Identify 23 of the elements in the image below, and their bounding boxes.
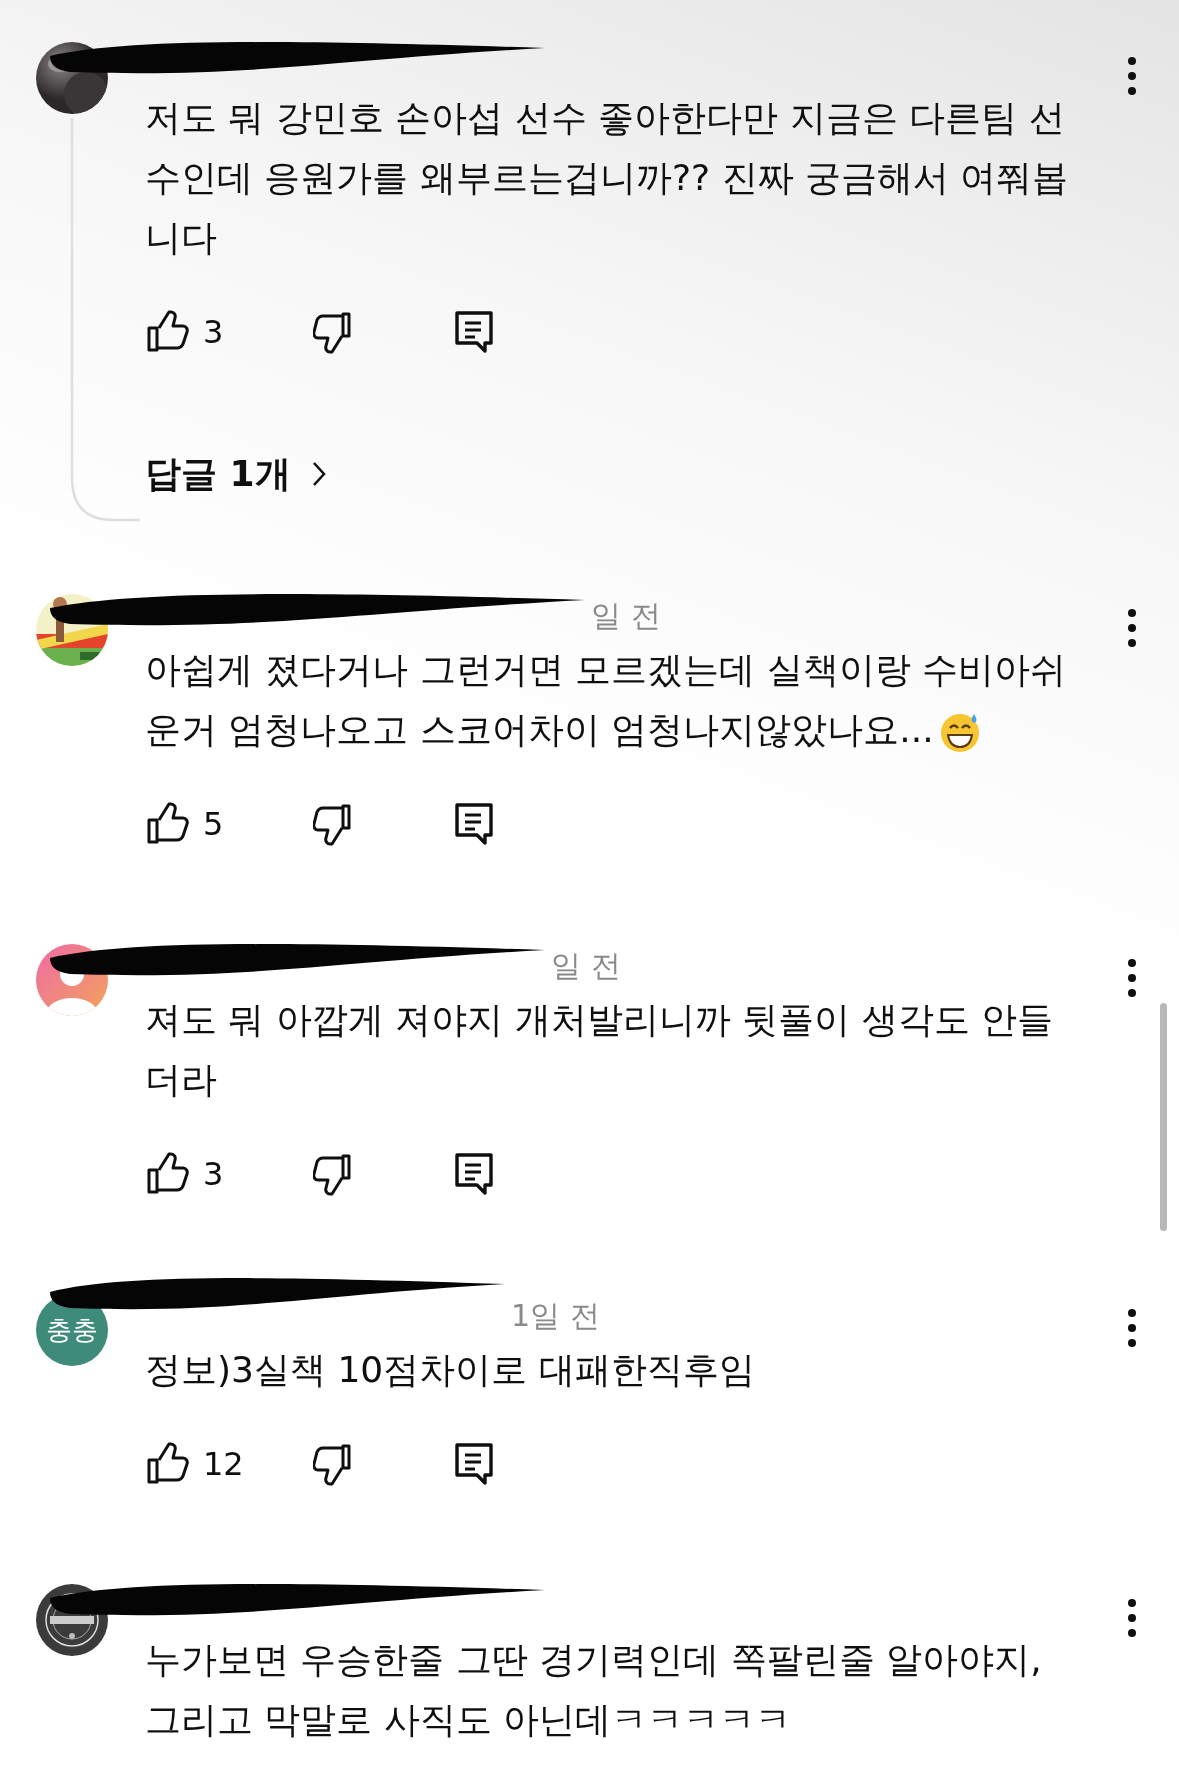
more-options-icon[interactable] — [1127, 958, 1137, 998]
like-count: 12 — [203, 1445, 245, 1483]
like-count: 5 — [203, 805, 225, 843]
like-count: 3 — [203, 313, 225, 351]
comment-time: 일 전 — [551, 947, 621, 985]
more-options-icon[interactable] — [1127, 608, 1137, 648]
comment-time: 1일 전 — [511, 1297, 600, 1335]
like-button[interactable] — [145, 1442, 189, 1486]
comment-text: 아쉽게 졌다거나 그런거면 모르겠는데 실책이랑 수비아쉬 운거 엄청나오고 스코어차이 엄청나지않았나요... — [145, 640, 1119, 760]
more-options-icon[interactable] — [1127, 56, 1137, 96]
comment-text: 정보)3실책 10점차이로 대패한직후임 — [145, 1348, 756, 1392]
comment-text: 저도 뭐 강민호 손아섭 선수 좋아한다만 지금은 다른팀 선 수인데 응원가를 왜부르는겁니까?? 진짜 궁금해서 여쭤봅 니다 — [145, 96, 1070, 260]
chevron-icon — [310, 460, 327, 488]
like-button[interactable] — [145, 310, 189, 354]
comment-text: 누가보면 우승한줄 그딴 경기력인데 쪽팔린줄 알아야지, 그리고 막말로 사직도 아닌데ㅋㅋㅋㅋㅋ — [145, 1638, 1043, 1742]
replies-button[interactable]: 답글 1개 — [145, 446, 327, 502]
more-options-icon[interactable] — [1127, 1308, 1137, 1348]
comment-text: 져도 뭐 아깝게 져야지 개처발리니까 뒷풀이 생각도 안들 더라 — [145, 998, 1055, 1102]
like-button[interactable] — [145, 802, 189, 846]
more-options-icon[interactable] — [1127, 1598, 1137, 1638]
like-button[interactable] — [145, 1152, 189, 1196]
comment-time: 일 전 — [591, 597, 661, 635]
like-count: 3 — [203, 1155, 225, 1193]
